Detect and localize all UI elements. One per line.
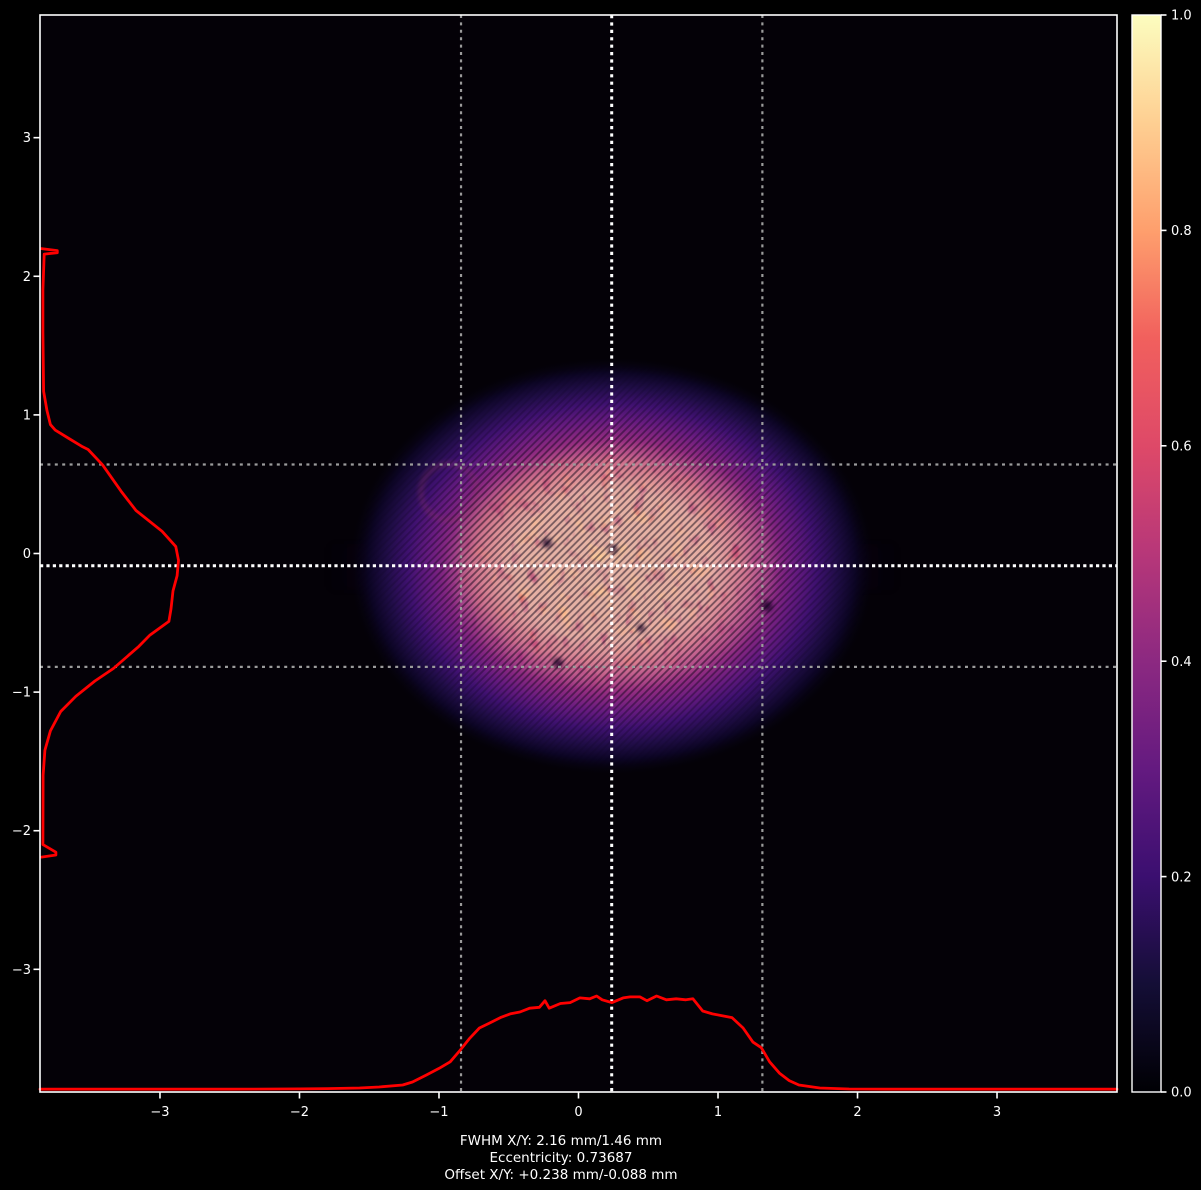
x-axis-tick-label: 0 — [574, 1105, 582, 1120]
y-axis-tick-label: −3 — [12, 963, 31, 978]
x-axis-tick-label: 1 — [714, 1105, 722, 1120]
x-axis-tick-label: −2 — [290, 1105, 309, 1120]
y-axis-tick-label: −2 — [12, 824, 31, 839]
colorbar-tick-label: 0.2 — [1171, 870, 1192, 885]
beam-profile-plot: −3 −2 −1 0 1 2 3 −3 −2 −1 0 1 2 3 0.0 0.2 0.4 0.6 0.8 1.0 — [0, 0, 1201, 1190]
colorbar-tick-label: 1.0 — [1171, 9, 1192, 24]
colorbar-tick-label: 0.4 — [1171, 655, 1192, 670]
x-axis-tick-label: −1 — [429, 1105, 448, 1120]
beam-profiler-figure: −3−2−10123−3−2−10123 0.00.20.40.60.81.0 … — [0, 0, 1201, 1190]
x-axis-tick-label: −3 — [150, 1105, 169, 1120]
y-axis-tick-label: 2 — [23, 270, 31, 285]
x-axis-tick-label: 3 — [993, 1105, 1001, 1120]
colorbar: 0.0 0.2 0.4 0.6 0.8 1.0 — [1132, 9, 1192, 1101]
y-axis-tick-label: −1 — [12, 686, 31, 701]
y-axis-tick-label: 1 — [23, 408, 31, 423]
colorbar-ticks — [1161, 15, 1167, 1092]
beam-statistics: FWHM X/Y: 2.16 mm/1.46 mm Eccentricity: … — [0, 1133, 1122, 1184]
colorbar-tick-label: 0.8 — [1171, 224, 1192, 239]
eccentricity-readout: Eccentricity: 0.73687 — [0, 1150, 1122, 1167]
offset-readout: Offset X/Y: +0.238 mm/-0.088 mm — [0, 1167, 1122, 1184]
fwhm-readout: FWHM X/Y: 2.16 mm/1.46 mm — [0, 1133, 1122, 1150]
colorbar-gradient — [1132, 15, 1161, 1092]
colorbar-tick-labels: 0.0 0.2 0.4 0.6 0.8 1.0 — [1171, 9, 1192, 1101]
y-axis-tick-label: 3 — [23, 131, 31, 146]
colorbar-tick-label: 0.0 — [1171, 1086, 1192, 1101]
x-axis-tick-label: 2 — [853, 1105, 861, 1120]
y-axis-tick-label: 0 — [23, 547, 31, 562]
colorbar-tick-label: 0.6 — [1171, 440, 1192, 455]
